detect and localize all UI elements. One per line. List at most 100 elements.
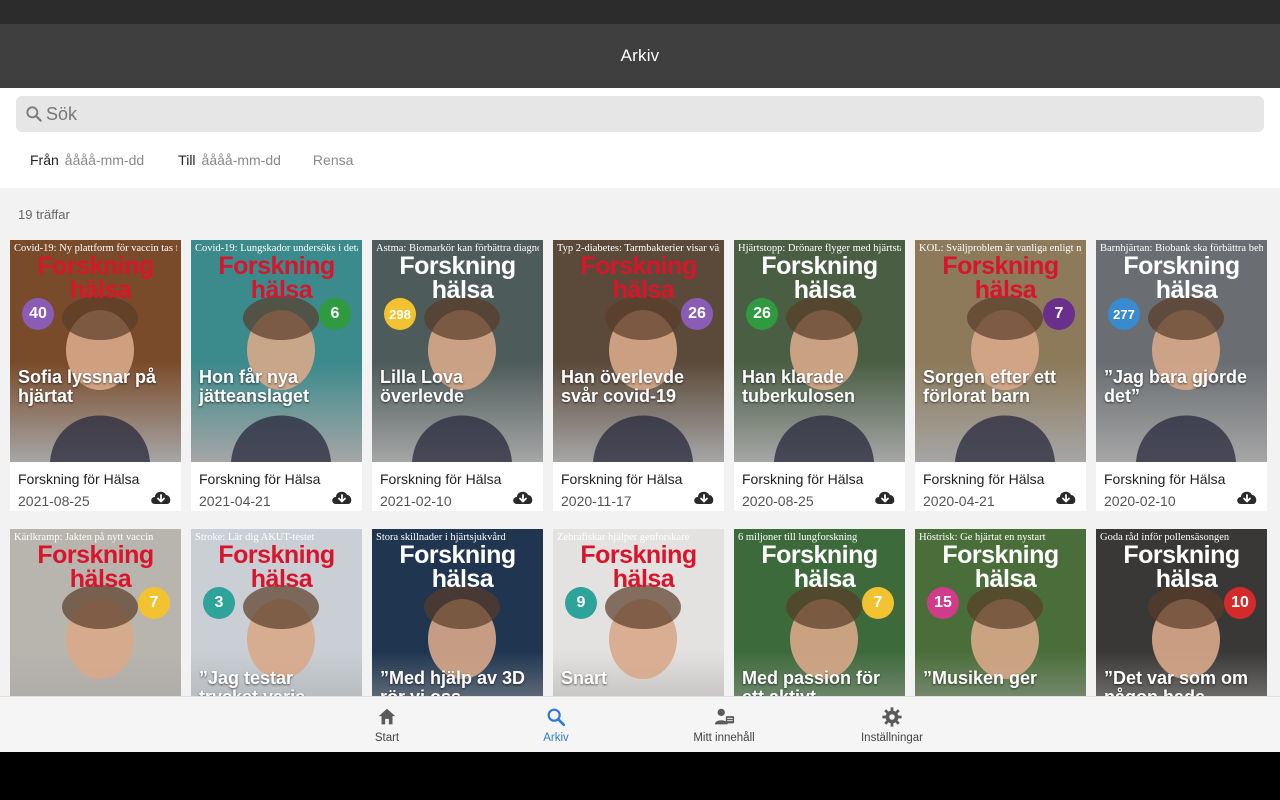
issue-title: Forskning för Hälsa (742, 471, 864, 487)
nav-item-arkiv[interactable]: Arkiv (526, 697, 586, 753)
cover-headline: Med passion för ett aktivt (742, 668, 881, 697)
cover-badge: 7 (138, 587, 170, 619)
from-date-field[interactable]: åååå-mm-dd (65, 152, 144, 168)
issue-title: Forskning för Hälsa (1104, 471, 1226, 487)
issue-card[interactable]: Stora skillnader i hjärtsjukvård Forsknin… (372, 529, 543, 696)
issue-date: 2021-08-25 (18, 493, 90, 509)
download-icon[interactable] (1054, 488, 1078, 508)
issue-cover[interactable]: Stroke: Lär dig AKUT-testet Forskning häls… (191, 529, 362, 696)
nav-item-start[interactable]: Start (357, 697, 417, 753)
person-card-icon (714, 708, 735, 725)
cover-logo: Forskning hälsa (580, 252, 697, 304)
issue-card[interactable]: KOL: Sväljproblem är vanliga enligt ny s… (915, 240, 1086, 511)
clear-button[interactable]: Rensa (313, 152, 353, 168)
nav-item-mitt-innehall[interactable]: Mitt innehåll (684, 697, 764, 753)
issue-card[interactable]: Zebrafiskar hjälper genforskare Forskning… (553, 529, 724, 696)
cover-badge: 3 (203, 587, 235, 619)
issue-date: 2020-04-21 (923, 493, 995, 509)
issue-date: 2020-02-10 (1104, 493, 1176, 509)
issue-title: Forskning för Hälsa (18, 471, 140, 487)
cover-logo: Forskning hälsa (218, 252, 335, 304)
download-icon[interactable] (330, 488, 354, 508)
issue-cover[interactable]: Goda råd inför pollensäsongen Forskning hä… (1096, 529, 1267, 696)
hit-count: 19 träffar (18, 207, 70, 222)
cover-badge: 26 (681, 298, 713, 330)
cover-headline: ”Jag testar trycket varje (199, 668, 305, 697)
cover-headline: ”Det var som om någon hade (1104, 668, 1249, 697)
cover-headline: Han överlevde svår covid-19 (561, 367, 685, 406)
issue-card[interactable]: Astma: Biomarkör kan förbättra diagnosti… (372, 240, 543, 511)
cover-headline: ”Jag bara gjorde det” (1104, 367, 1248, 406)
issue-cover[interactable]: Typ 2-diabetes: Tarmbakterier visar väge… (553, 240, 724, 462)
issue-card[interactable]: Covid-19: Lungskador undersöks i detalj F… (191, 240, 362, 511)
issue-cover[interactable]: Covid-19: Ny plattform för vaccin tas fr… (10, 240, 181, 462)
download-icon[interactable] (873, 488, 897, 508)
page-title: Arkiv (620, 46, 660, 65)
nav-item-installningar[interactable]: Inställningar (852, 697, 932, 753)
issue-card[interactable]: Typ 2-diabetes: Tarmbakterier visar väge… (553, 240, 724, 511)
issue-card[interactable]: Barnhjärtan: Biobank ska förbättra behan… (1096, 240, 1267, 511)
cover-badge: 7 (862, 587, 894, 619)
cover-headline: Sorgen efter ett förlorat barn (923, 367, 1057, 406)
app-bar: Arkiv (0, 24, 1280, 88)
download-icon[interactable] (692, 488, 716, 508)
cover-logo: Forskning hälsa (399, 541, 516, 593)
issue-card[interactable]: Höstrisk: Ge hjärtat en nystart Forskning… (915, 529, 1086, 696)
issue-card[interactable]: Stroke: Lär dig AKUT-testet Forskning häls… (191, 529, 362, 696)
download-icon[interactable] (511, 488, 535, 508)
issue-cover[interactable]: Stora skillnader i hjärtsjukvård Forsknin… (372, 529, 543, 696)
issue-cover[interactable]: KOL: Sväljproblem är vanliga enligt ny s… (915, 240, 1086, 462)
issue-cover[interactable]: Astma: Biomarkör kan förbättra diagnosti… (372, 240, 543, 462)
cover-badge: 298 (384, 298, 416, 330)
search-icon (547, 708, 566, 727)
issue-title: Forskning för Hälsa (199, 471, 321, 487)
cover-headline: ”Musiken ger (923, 668, 1038, 688)
issue-card[interactable]: 6 miljoner till lungforskning Forskning hä… (734, 529, 905, 696)
issue-title: Forskning för Hälsa (380, 471, 502, 487)
cover-logo: Forskning hälsa (942, 541, 1059, 593)
issue-date: 2020-08-25 (742, 493, 814, 509)
cover-badge: 26 (746, 298, 778, 330)
cover-badge: 10 (1224, 587, 1256, 619)
issue-cover[interactable]: Zebrafiskar hjälper genforskare Forskning… (553, 529, 724, 696)
issue-date: 2021-02-10 (380, 493, 452, 509)
issue-cover[interactable]: Covid-19: Lungskador undersöks i detalj F… (191, 240, 362, 462)
cover-headline: ”Med hjälp av 3D rör vi oss (380, 668, 526, 697)
issue-title: Forskning för Hälsa (561, 471, 683, 487)
to-date-field[interactable]: åååå-mm-dd (202, 152, 281, 168)
download-icon[interactable] (1235, 488, 1259, 508)
issue-card[interactable]: Covid-19: Ny plattform för vaccin tas fr… (10, 240, 181, 511)
issue-card[interactable]: Kärlkramp: Jakten på nytt vaccin Forsknin… (10, 529, 181, 696)
system-navigation-bar (0, 752, 1280, 800)
download-icon[interactable] (149, 488, 173, 508)
cover-badge: 277 (1108, 298, 1140, 330)
archive-content[interactable]: Från åååå-mm-dd Till åååå-mm-dd Rensa 19… (0, 88, 1280, 696)
issue-card[interactable]: Hjärtstopp: Drönare flyger med hjärtstar… (734, 240, 905, 511)
issue-cover[interactable]: Kärlkramp: Jakten på nytt vaccin Forsknin… (10, 529, 181, 696)
issue-grid: Covid-19: Ny plattform för vaccin tas fr… (10, 240, 1270, 696)
cover-logo: Forskning hälsa (399, 252, 516, 304)
cover-logo: Forskning hälsa (218, 541, 335, 593)
cover-headline: Hon får nya jätteanslaget (199, 367, 310, 406)
issue-date: 2020-11-17 (561, 493, 632, 509)
issue-cover[interactable]: Hjärtstopp: Drönare flyger med hjärtstar… (734, 240, 905, 462)
cover-logo: Forskning hälsa (37, 541, 154, 593)
issue-cover[interactable]: Barnhjärtan: Biobank ska förbättra behan… (1096, 240, 1267, 462)
issue-title: Forskning för Hälsa (923, 471, 1045, 487)
cover-logo: Forskning hälsa (1123, 252, 1240, 304)
issue-cover[interactable]: 6 miljoner till lungforskning Forskning hä… (734, 529, 905, 696)
issue-cover[interactable]: Höstrisk: Ge hjärtat en nystart Forskning… (915, 529, 1086, 696)
issue-card[interactable]: Goda råd inför pollensäsongen Forskning hä… (1096, 529, 1267, 696)
nav-label-mitt-innehall: Mitt innehåll (693, 732, 755, 744)
search-box[interactable] (16, 96, 1264, 132)
nav-label-start: Start (374, 732, 400, 744)
cover-headline: Lilla Lova överlevde (380, 367, 465, 406)
date-filter-row: Från åååå-mm-dd Till åååå-mm-dd Rensa (30, 152, 353, 168)
search-input[interactable] (46, 103, 1226, 125)
cover-badge: 7 (1043, 298, 1075, 330)
gear-icon (882, 707, 902, 727)
nav-label-arkiv: Arkiv (543, 732, 569, 744)
cover-logo: Forskning hälsa (37, 252, 154, 304)
filter-panel: Från åååå-mm-dd Till åååå-mm-dd Rensa (0, 88, 1280, 188)
cover-badge: 9 (565, 587, 597, 619)
